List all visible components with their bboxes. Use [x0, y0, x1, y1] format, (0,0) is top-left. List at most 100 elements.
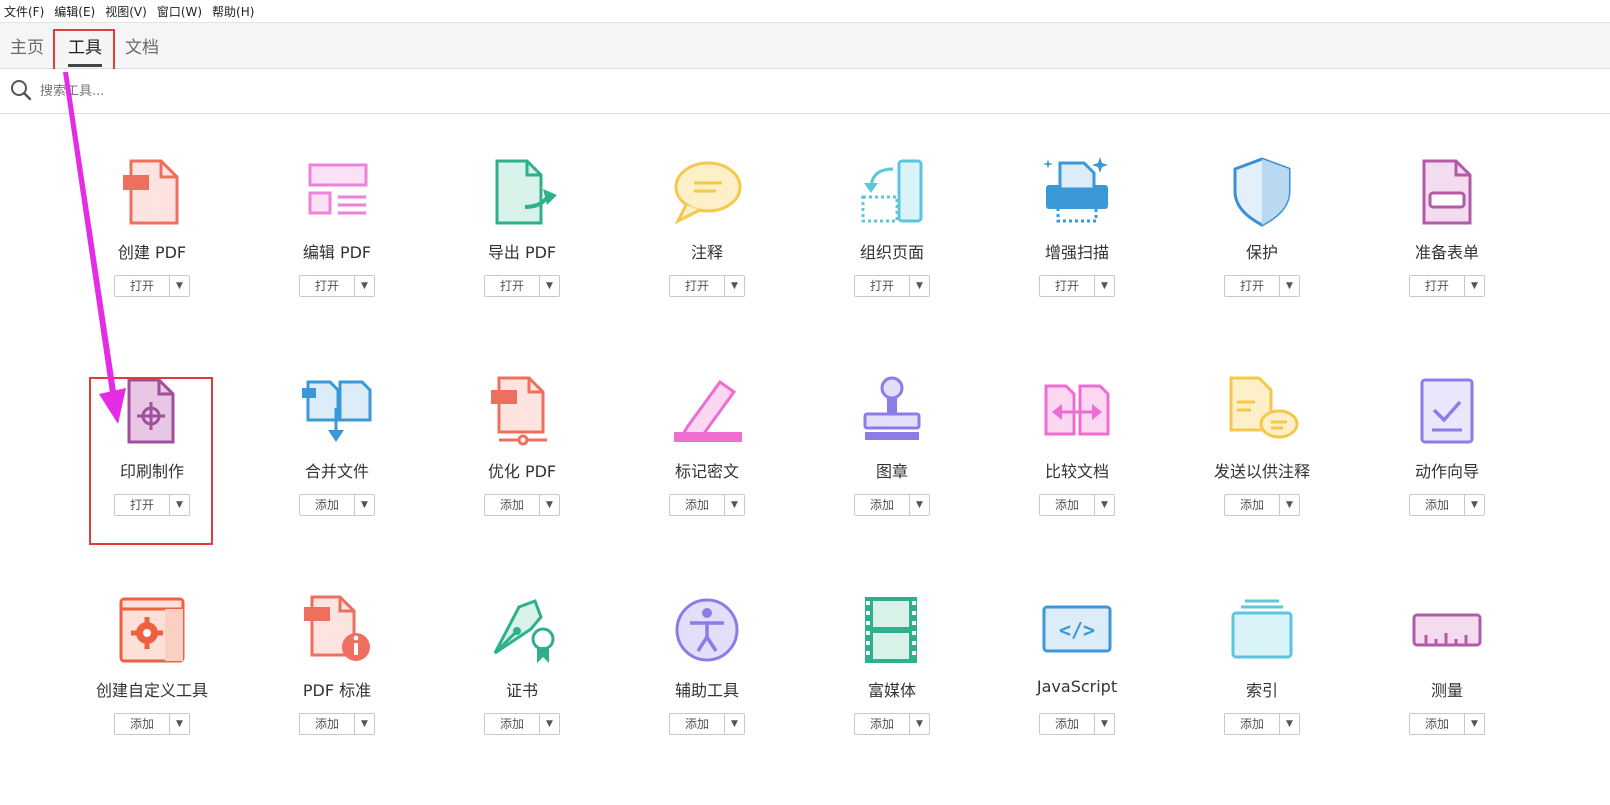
accessibility-icon[interactable] — [670, 593, 744, 667]
tool-custom-tool[interactable]: 创建自定义工具 添加 ▼ — [77, 593, 227, 753]
tool-optimize-pdf[interactable]: 优化 PDF 添加 ▼ — [447, 374, 597, 534]
tool-name[interactable]: 导出 PDF — [422, 239, 622, 263]
chevron-down-icon[interactable]: ▼ — [1095, 714, 1114, 734]
chevron-down-icon[interactable]: ▼ — [725, 495, 744, 515]
tool-create-pdf[interactable]: 创建 PDF 打开 ▼ — [77, 155, 227, 315]
tool-name[interactable]: 保护 — [1162, 239, 1362, 263]
chevron-down-icon[interactable]: ▼ — [1280, 495, 1299, 515]
add-button[interactable]: 添加 — [115, 714, 170, 734]
chevron-down-icon[interactable]: ▼ — [355, 495, 374, 515]
pdf-standards-icon[interactable] — [300, 593, 374, 667]
add-button[interactable]: 添加 — [1225, 495, 1280, 515]
add-button[interactable]: 添加 — [855, 495, 910, 515]
tool-pdf-standards[interactable]: PDF 标准 添加 ▼ — [262, 593, 412, 753]
chevron-down-icon[interactable]: ▼ — [1465, 495, 1484, 515]
chevron-down-icon[interactable]: ▼ — [910, 714, 929, 734]
tool-name[interactable]: 标记密文 — [607, 458, 807, 482]
chevron-down-icon[interactable]: ▼ — [910, 495, 929, 515]
open-button[interactable]: 打开 — [1410, 276, 1465, 296]
tool-name[interactable]: PDF 标准 — [237, 677, 437, 701]
tool-rich-media[interactable]: 富媒体 添加 ▼ — [817, 593, 967, 753]
add-button[interactable]: 添加 — [300, 495, 355, 515]
tool-send-for-comments[interactable]: 发送以供注释 添加 ▼ — [1187, 374, 1337, 534]
chevron-down-icon[interactable]: ▼ — [1465, 276, 1484, 296]
javascript-icon[interactable]: </> — [1040, 593, 1114, 667]
tool-name[interactable]: 增强扫描 — [977, 239, 1177, 263]
add-button[interactable]: 添加 — [1040, 714, 1095, 734]
chevron-down-icon[interactable]: ▼ — [1095, 276, 1114, 296]
tool-export-pdf[interactable]: 导出 PDF 打开 ▼ — [447, 155, 597, 315]
add-button[interactable]: 添加 — [485, 714, 540, 734]
tool-name[interactable]: 富媒体 — [792, 677, 992, 701]
tool-certificate[interactable]: 证书 添加 ▼ — [447, 593, 597, 753]
tool-name[interactable]: 图章 — [792, 458, 992, 482]
tool-name[interactable]: 辅助工具 — [607, 677, 807, 701]
chevron-down-icon[interactable]: ▼ — [1280, 714, 1299, 734]
add-button[interactable]: 添加 — [855, 714, 910, 734]
add-button[interactable]: 添加 — [300, 714, 355, 734]
tool-measure[interactable]: 测量 添加 ▼ — [1372, 593, 1522, 753]
compare-icon[interactable] — [1040, 374, 1114, 448]
tool-name[interactable]: 比较文档 — [977, 458, 1177, 482]
add-button[interactable]: 添加 — [1410, 714, 1465, 734]
tool-javascript[interactable]: </> JavaScript 添加 ▼ — [1002, 593, 1152, 753]
add-button[interactable]: 添加 — [1040, 495, 1095, 515]
add-button[interactable]: 添加 — [485, 495, 540, 515]
open-button[interactable]: 打开 — [1225, 276, 1280, 296]
open-button[interactable]: 打开 — [485, 276, 540, 296]
tool-name[interactable]: 创建 PDF — [52, 239, 252, 263]
shield-icon[interactable] — [1225, 155, 1299, 229]
chevron-down-icon[interactable]: ▼ — [170, 714, 189, 734]
send-for-comments-icon[interactable] — [1225, 374, 1299, 448]
chevron-down-icon[interactable]: ▼ — [725, 276, 744, 296]
tool-name[interactable]: 组织页面 — [792, 239, 992, 263]
chevron-down-icon[interactable]: ▼ — [1465, 714, 1484, 734]
open-button[interactable]: 打开 — [300, 276, 355, 296]
tool-shield[interactable]: 保护 打开 ▼ — [1187, 155, 1337, 315]
chevron-down-icon[interactable]: ▼ — [540, 714, 559, 734]
tool-name[interactable]: 准备表单 — [1347, 239, 1547, 263]
measure-icon[interactable] — [1410, 593, 1484, 667]
add-button[interactable]: 添加 — [1410, 495, 1465, 515]
action-wizard-icon[interactable] — [1410, 374, 1484, 448]
open-button[interactable]: 打开 — [855, 276, 910, 296]
tool-name[interactable]: 发送以供注释 — [1162, 458, 1362, 482]
chevron-down-icon[interactable]: ▼ — [355, 714, 374, 734]
tool-index[interactable]: 索引 添加 ▼ — [1187, 593, 1337, 753]
add-button[interactable]: 添加 — [1225, 714, 1280, 734]
create-pdf-icon[interactable] — [115, 155, 189, 229]
prepare-form-icon[interactable] — [1410, 155, 1484, 229]
comment-icon[interactable] — [670, 155, 744, 229]
tool-name[interactable]: 注释 — [607, 239, 807, 263]
redact-icon[interactable] — [670, 374, 744, 448]
tool-name[interactable]: JavaScript — [977, 677, 1177, 696]
add-button[interactable]: 添加 — [670, 714, 725, 734]
tool-name[interactable]: 索引 — [1162, 677, 1362, 701]
certificate-icon[interactable] — [485, 593, 559, 667]
tool-action-wizard[interactable]: 动作向导 添加 ▼ — [1372, 374, 1522, 534]
tool-prepare-form[interactable]: 准备表单 打开 ▼ — [1372, 155, 1522, 315]
tool-name[interactable]: 合并文件 — [237, 458, 437, 482]
tool-name[interactable]: 动作向导 — [1347, 458, 1547, 482]
tool-organize-pages[interactable]: 组织页面 打开 ▼ — [817, 155, 967, 315]
optimize-pdf-icon[interactable] — [485, 374, 559, 448]
tool-edit-pdf[interactable]: 编辑 PDF 打开 ▼ — [262, 155, 412, 315]
tool-accessibility[interactable]: 辅助工具 添加 ▼ — [632, 593, 782, 753]
chevron-down-icon[interactable]: ▼ — [1280, 276, 1299, 296]
index-icon[interactable] — [1225, 593, 1299, 667]
chevron-down-icon[interactable]: ▼ — [725, 714, 744, 734]
combine-files-icon[interactable] — [300, 374, 374, 448]
open-button[interactable]: 打开 — [670, 276, 725, 296]
tool-enhance-scan[interactable]: 增强扫描 打开 ▼ — [1002, 155, 1152, 315]
chevron-down-icon[interactable]: ▼ — [355, 276, 374, 296]
tool-redact[interactable]: 标记密文 添加 ▼ — [632, 374, 782, 534]
tool-name[interactable]: 优化 PDF — [422, 458, 622, 482]
chevron-down-icon[interactable]: ▼ — [1095, 495, 1114, 515]
tool-combine-files[interactable]: 合并文件 添加 ▼ — [262, 374, 412, 534]
enhance-scan-icon[interactable] — [1040, 155, 1114, 229]
tool-compare[interactable]: 比较文档 添加 ▼ — [1002, 374, 1152, 534]
open-button[interactable]: 打开 — [1040, 276, 1095, 296]
open-button[interactable]: 打开 — [115, 276, 170, 296]
tool-name[interactable]: 证书 — [422, 677, 622, 701]
stamp-icon[interactable] — [855, 374, 929, 448]
